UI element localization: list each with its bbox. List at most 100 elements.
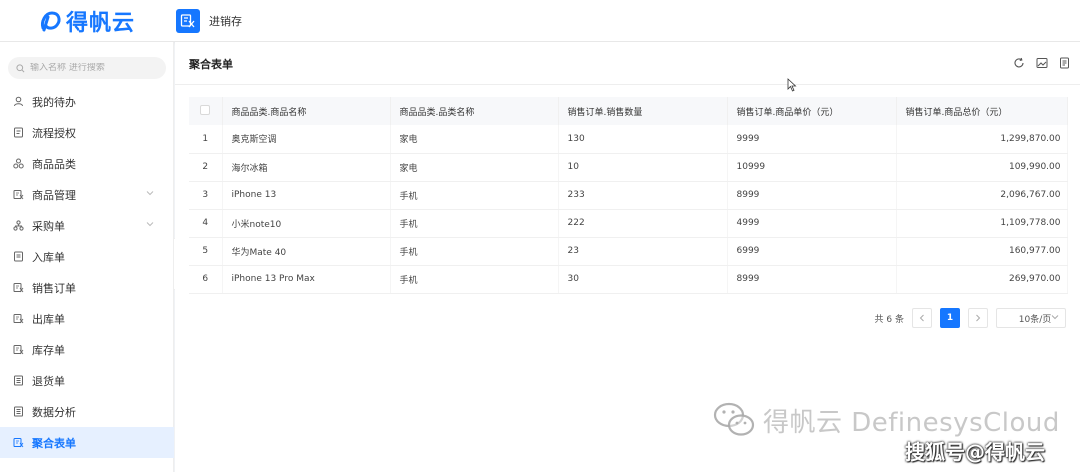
brand-logo[interactable]: 得帆云 — [38, 8, 136, 36]
sidebar-item[interactable]: 流程授权 — [0, 117, 174, 148]
wechat-icon — [713, 402, 755, 436]
sidebar-item[interactable]: 采购单 — [0, 210, 174, 241]
total-count: 共 6 条 — [874, 314, 904, 325]
column-header[interactable]: 销售订单.商品总价（元） — [896, 97, 1068, 125]
table-row[interactable]: 4 小米note10 手机 222 4999 1,109,778.00 — [189, 209, 1068, 238]
table-header-row: 商品品类.商品名称 商品品类.品类名称 销售订单.销售数量 销售订单.商品单价（… — [189, 97, 1068, 125]
sidebar-item-label: 销售订单 — [32, 281, 76, 295]
sidebar-item[interactable]: 入库单 — [0, 241, 174, 272]
row-index: 5 — [189, 237, 223, 266]
table-row[interactable]: 3 iPhone 13 手机 233 8999 2,096,767.00 — [189, 181, 1068, 210]
watermark-source: 搜狐号@得帆云 — [905, 440, 1045, 464]
column-header[interactable]: 商品品类.品类名称 — [390, 97, 559, 125]
table-row[interactable]: 6 iPhone 13 Pro Max 手机 30 8999 269,970.00 — [189, 265, 1068, 294]
brand-name: 得帆云 — [66, 11, 136, 36]
sidebar-item-label: 我的待办 — [32, 95, 76, 109]
refresh-icon[interactable] — [1012, 56, 1026, 70]
sidebar-item[interactable]: 聚合表单 — [0, 427, 174, 458]
cell-category: 手机 — [390, 209, 559, 238]
cell-category: 家电 — [390, 125, 559, 154]
sidebar-item[interactable]: 商品管理 — [0, 179, 174, 210]
watermark: 得帆云 DefinesysCloud — [713, 400, 1060, 440]
chevron-right-icon — [976, 314, 981, 322]
sidebar-item[interactable]: 销售订单 — [0, 272, 174, 303]
column-header[interactable]: 商品品类.商品名称 — [222, 97, 391, 125]
cell-unit-price: 8999 — [727, 265, 897, 294]
header-divider — [175, 84, 1080, 85]
row-index: 6 — [189, 265, 223, 294]
page-title: 聚合表单 — [189, 58, 233, 71]
sidebar-item-label: 商品管理 — [32, 188, 76, 202]
sidebar-item[interactable]: 商品品类 — [0, 148, 174, 179]
cell-product-name: 奥克斯空调 — [222, 125, 391, 154]
user-icon — [13, 96, 24, 107]
cell-unit-price: 6999 — [727, 237, 897, 266]
data-table: 商品品类.商品名称 商品品类.品类名称 销售订单.销售数量 销售订单.商品单价（… — [189, 97, 1068, 294]
cell-total-price: 1,109,778.00 — [896, 209, 1068, 238]
cell-product-name: 华为Mate 40 — [222, 237, 391, 266]
top-bar: 得帆云 进销存 — [0, 0, 1080, 42]
mouse-cursor-icon — [787, 78, 797, 92]
cell-total-price: 2,096,767.00 — [896, 181, 1068, 210]
cell-unit-price: 10999 — [727, 153, 897, 182]
search-input[interactable] — [30, 63, 160, 73]
app-badge-icon[interactable] — [176, 9, 200, 33]
cell-total-price: 160,977.00 — [896, 237, 1068, 266]
cell-total-price: 269,970.00 — [896, 265, 1068, 294]
chevron-down-icon — [146, 222, 154, 227]
pagination: 共 6 条 1 10条/页 — [875, 308, 1066, 328]
image-icon[interactable] — [1035, 56, 1049, 70]
table-row[interactable]: 2 海尔冰箱 家电 10 10999 109,990.00 — [189, 153, 1068, 182]
search-icon — [16, 63, 25, 72]
sidebar-item-label: 商品品类 — [32, 157, 76, 171]
tree-icon — [13, 220, 24, 231]
chevron-down-icon — [1051, 315, 1059, 320]
grid-icon — [13, 189, 24, 200]
cell-total-price: 1,299,870.00 — [896, 125, 1068, 154]
sidebar-item-label: 数据分析 — [32, 405, 76, 419]
cell-unit-price: 9999 — [727, 125, 897, 154]
row-index: 2 — [189, 153, 223, 182]
cell-quantity: 10 — [558, 153, 728, 182]
row-index: 1 — [189, 125, 223, 154]
cell-category: 家电 — [390, 153, 559, 182]
sidebar-item[interactable]: 出库单 — [0, 303, 174, 334]
cell-quantity: 23 — [558, 237, 728, 266]
sidebar-item[interactable]: 数据分析 — [0, 396, 174, 427]
page-size-select[interactable]: 10条/页 — [996, 308, 1066, 328]
sidebar-item[interactable]: 我的待办 — [0, 86, 174, 117]
cell-category: 手机 — [390, 265, 559, 294]
app-name[interactable]: 进销存 — [209, 13, 242, 29]
sidebar-search[interactable] — [8, 57, 166, 79]
page-button-current[interactable]: 1 — [940, 308, 960, 328]
select-all-checkbox[interactable] — [189, 97, 223, 125]
list-icon — [13, 375, 24, 386]
sidebar-item[interactable]: 库存单 — [0, 334, 174, 365]
sidebar-item-label: 入库单 — [32, 250, 65, 264]
toolbar — [1012, 56, 1072, 70]
cell-product-name: 海尔冰箱 — [222, 153, 391, 182]
column-header[interactable]: 销售订单.商品单价（元） — [727, 97, 897, 125]
sidebar-item-label: 采购单 — [32, 219, 65, 233]
grid-icon — [13, 437, 24, 448]
page-size-value: 10条/页 — [1018, 314, 1052, 325]
table-row[interactable]: 5 华为Mate 40 手机 23 6999 160,977.00 — [189, 237, 1068, 266]
sidebar-item-label: 退货单 — [32, 374, 65, 388]
column-header[interactable]: 销售订单.销售数量 — [558, 97, 728, 125]
chevron-left-icon — [919, 314, 924, 322]
sidebar-item-label: 流程授权 — [32, 126, 76, 140]
chevron-down-icon — [146, 191, 154, 196]
table-row[interactable]: 1 奥克斯空调 家电 130 9999 1,299,870.00 — [189, 125, 1068, 154]
cell-category: 手机 — [390, 181, 559, 210]
list-icon — [13, 406, 24, 417]
category-icon — [13, 158, 24, 169]
export-icon[interactable] — [1058, 56, 1072, 70]
prev-page-button[interactable] — [912, 308, 932, 328]
cell-product-name: iPhone 13 — [222, 181, 391, 210]
cell-quantity: 30 — [558, 265, 728, 294]
next-page-button[interactable] — [968, 308, 988, 328]
sidebar-item[interactable]: 退货单 — [0, 365, 174, 396]
sidebar: 我的待办流程授权商品品类商品管理采购单入库单销售订单出库单库存单退货单数据分析聚… — [0, 42, 174, 472]
cell-quantity: 222 — [558, 209, 728, 238]
cell-category: 手机 — [390, 237, 559, 266]
